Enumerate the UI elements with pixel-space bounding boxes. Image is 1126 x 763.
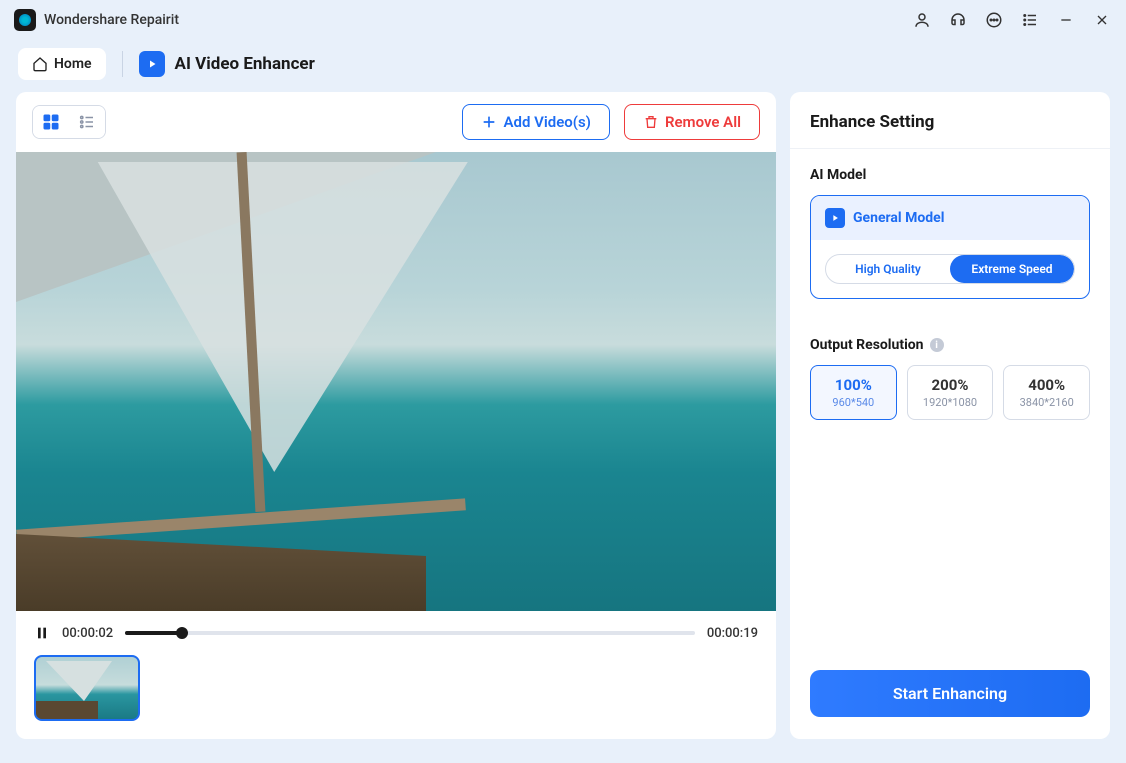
feedback-icon[interactable] [984, 10, 1004, 30]
model-card: General Model High Quality Extreme Speed [810, 195, 1090, 299]
progress-slider[interactable] [125, 631, 695, 635]
titlebar: Wondershare Repairit [0, 0, 1126, 40]
panel-header: Enhance Setting [790, 92, 1110, 149]
view-toggle [32, 105, 106, 139]
progress-thumb[interactable] [176, 627, 188, 639]
resolution-section: Output Resolution i 100% 960*540 200% 19… [810, 337, 1090, 420]
output-resolution-label: Output Resolution [810, 337, 924, 353]
trash-icon [643, 114, 659, 130]
model-icon [825, 208, 845, 228]
account-icon[interactable] [912, 10, 932, 30]
play-badge-icon [139, 51, 165, 77]
playback-controls: 00:00:02 00:00:19 [16, 611, 776, 655]
pause-button[interactable] [34, 625, 50, 641]
current-time: 00:00:02 [62, 626, 113, 641]
model-name: General Model [853, 210, 944, 226]
list-view-button[interactable] [69, 106, 105, 138]
toolbar-actions: Add Video(s) Remove All [462, 104, 760, 140]
left-panel: Add Video(s) Remove All 00:00:02 [16, 92, 776, 739]
plus-icon [481, 114, 497, 130]
video-thumbnail[interactable] [34, 655, 140, 721]
resolution-200[interactable]: 200% 1920*1080 [907, 365, 994, 420]
menu-icon[interactable] [1020, 10, 1040, 30]
extreme-speed-option[interactable]: Extreme Speed [950, 255, 1074, 283]
resolution-pct: 100% [815, 376, 892, 394]
resolution-100[interactable]: 100% 960*540 [810, 365, 897, 420]
titlebar-right [912, 10, 1112, 30]
info-icon[interactable]: i [930, 338, 944, 352]
thumbnail-strip [16, 655, 776, 739]
resolution-pct: 400% [1008, 376, 1085, 394]
home-button[interactable]: Home [18, 48, 106, 80]
app-title: Wondershare Repairit [44, 12, 179, 28]
header-nav: Home AI Video Enhancer [0, 40, 1126, 92]
page-title: AI Video Enhancer [175, 54, 315, 74]
add-videos-button[interactable]: Add Video(s) [462, 104, 609, 140]
page-title-wrap: AI Video Enhancer [139, 51, 315, 77]
main: Add Video(s) Remove All 00:00:02 [0, 92, 1126, 755]
resolution-dim: 3840*2160 [1008, 396, 1085, 409]
support-icon[interactable] [948, 10, 968, 30]
add-videos-label: Add Video(s) [503, 113, 590, 131]
home-label: Home [54, 56, 92, 72]
panel-footer: Start Enhancing [790, 652, 1110, 739]
resolution-dim: 960*540 [815, 396, 892, 409]
resolution-label-row: Output Resolution i [810, 337, 1090, 353]
resolution-dim: 1920*1080 [912, 396, 989, 409]
app-logo-icon [14, 9, 36, 31]
remove-all-label: Remove All [665, 113, 741, 131]
pause-icon [34, 625, 50, 641]
model-head[interactable]: General Model [811, 196, 1089, 240]
divider [122, 51, 123, 77]
enhance-panel: Enhance Setting AI Model General Model H… [790, 92, 1110, 739]
close-icon[interactable] [1092, 10, 1112, 30]
resolution-grid: 100% 960*540 200% 1920*1080 400% 3840*21… [810, 365, 1090, 420]
grid-icon [42, 113, 60, 131]
remove-all-button[interactable]: Remove All [624, 104, 760, 140]
duration-time: 00:00:19 [707, 626, 758, 641]
panel-body: AI Model General Model High Quality Extr… [790, 149, 1110, 652]
list-icon [78, 113, 96, 131]
resolution-pct: 200% [912, 376, 989, 394]
start-enhancing-button[interactable]: Start Enhancing [810, 670, 1090, 717]
panel-title: Enhance Setting [810, 112, 1090, 132]
video-preview[interactable] [16, 152, 776, 611]
mode-toggle: High Quality Extreme Speed [825, 254, 1075, 284]
minimize-icon[interactable] [1056, 10, 1076, 30]
ai-model-label: AI Model [810, 167, 1090, 183]
grid-view-button[interactable] [33, 106, 69, 138]
high-quality-option[interactable]: High Quality [826, 255, 950, 283]
progress-fill [125, 631, 182, 635]
resolution-400[interactable]: 400% 3840*2160 [1003, 365, 1090, 420]
toolbar: Add Video(s) Remove All [16, 92, 776, 152]
home-icon [32, 56, 48, 72]
titlebar-left: Wondershare Repairit [14, 9, 179, 31]
